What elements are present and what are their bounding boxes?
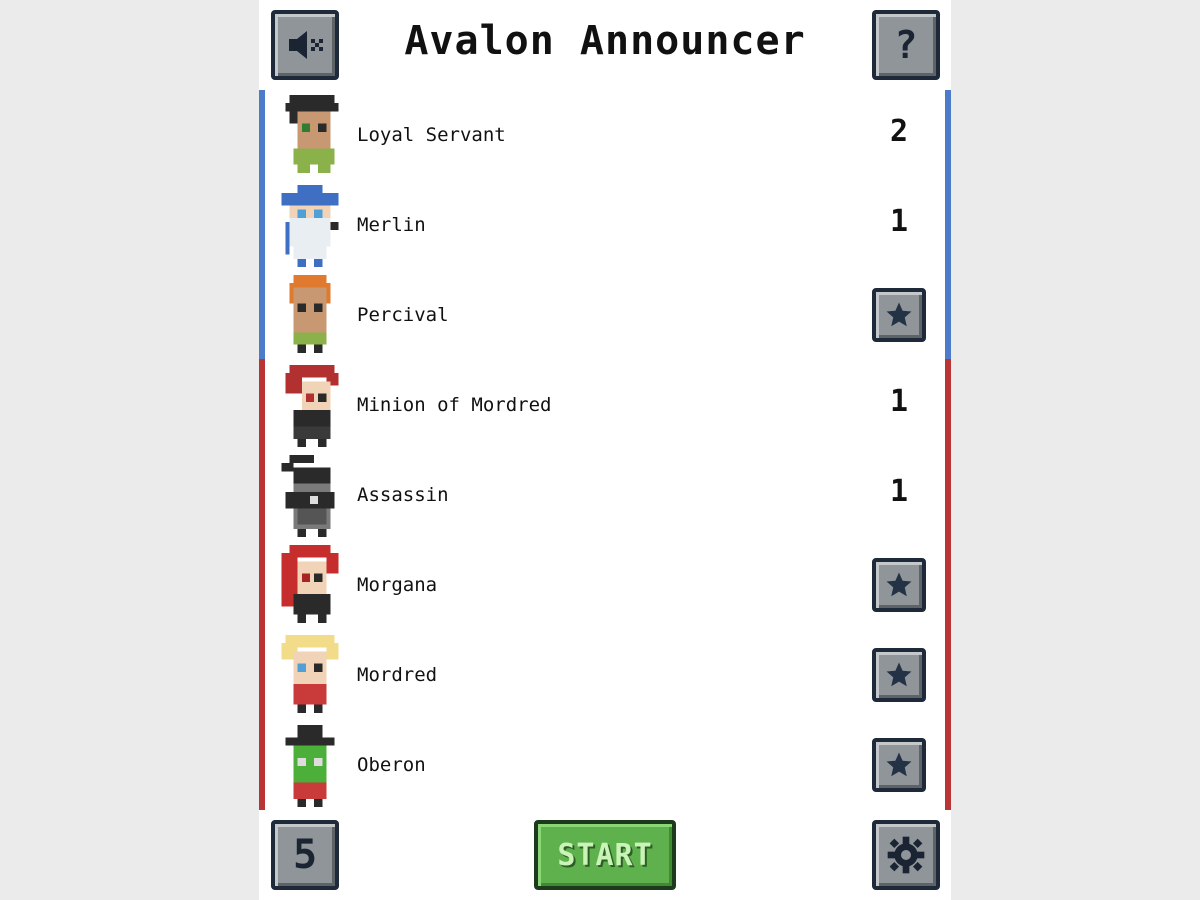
mordred-avatar [281,635,339,713]
assassin-avatar [281,455,335,537]
role-name: Mordred [357,664,438,686]
role-name: Percival [357,304,449,326]
player-count: 5 [292,832,318,878]
role-row-merlin: Merlin 1 [259,180,951,270]
oberon-avatar [285,725,335,807]
role-row-minion-of-mordred: Minion of Mordred 1 [259,360,951,450]
role-count[interactable]: 1 [875,384,923,419]
start-label: START [557,837,653,873]
settings-button[interactable] [872,820,940,890]
role-row-assassin: Assassin 1 [259,450,951,540]
role-name: Oberon [357,754,426,776]
star-icon [886,302,912,327]
role-name: Merlin [357,214,426,236]
gear-icon [887,836,925,874]
role-row-percival: Percival [259,270,951,360]
morgana-toggle-button[interactable] [872,558,926,612]
help-icon: ? [894,23,918,67]
role-row-loyal-servant: Loyal Servant 2 [259,90,951,180]
star-icon [886,572,912,597]
app-screen: Avalon Announcer ? Loyal Servant 2 Merli… [259,0,951,900]
role-row-morgana: Morgana [259,540,951,630]
minion-avatar [285,365,339,447]
morgana-avatar [281,545,339,623]
percival-avatar [289,275,331,353]
app-title: Avalon Announcer [404,18,806,64]
role-name: Minion of Mordred [357,394,552,416]
role-name: Morgana [357,574,438,596]
merlin-avatar [281,185,339,267]
role-count[interactable]: 1 [875,474,923,509]
role-row-mordred: Mordred [259,630,951,720]
player-count-button[interactable]: 5 [271,820,339,890]
role-row-oberon: Oberon [259,720,951,810]
mordred-toggle-button[interactable] [872,648,926,702]
start-button[interactable]: START [534,820,676,890]
loyal-servant-avatar [285,95,339,173]
role-count[interactable]: 1 [875,204,923,239]
role-name: Loyal Servant [357,124,506,146]
star-icon [886,752,912,777]
star-icon [886,662,912,687]
role-count[interactable]: 2 [875,114,923,149]
oberon-toggle-button[interactable] [872,738,926,792]
percival-toggle-button[interactable] [872,288,926,342]
help-button[interactable]: ? [872,10,940,80]
role-name: Assassin [357,484,449,506]
